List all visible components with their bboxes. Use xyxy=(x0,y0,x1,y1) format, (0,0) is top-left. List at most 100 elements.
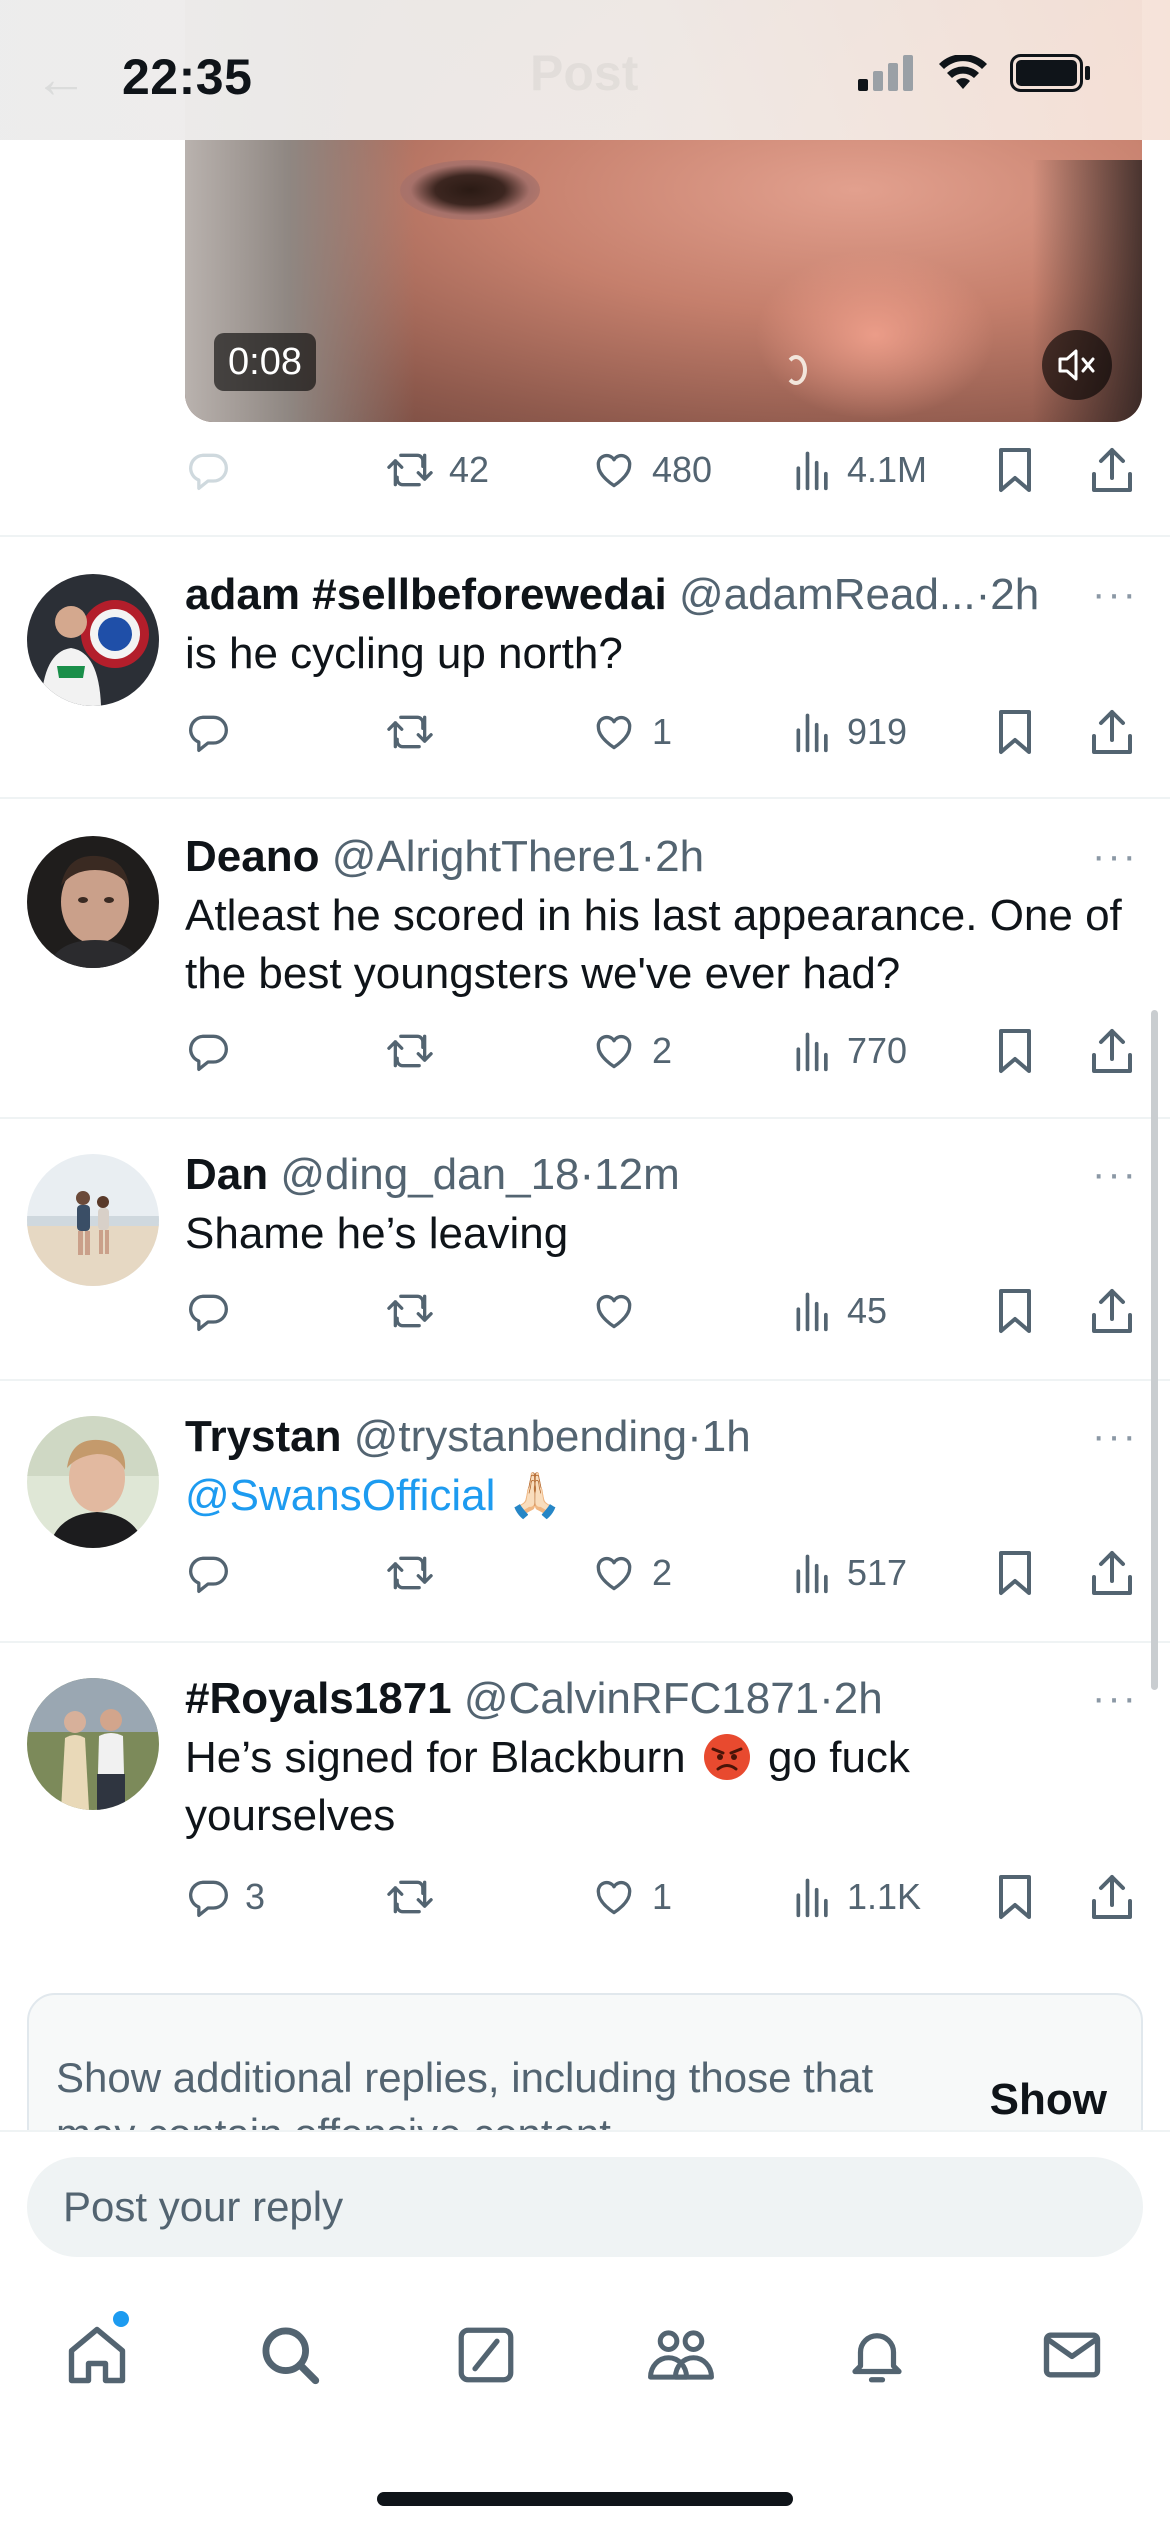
back-arrow-icon[interactable]: ← xyxy=(34,48,88,110)
views-button[interactable]: 517 xyxy=(793,1543,907,1603)
like-count: 2 xyxy=(652,1030,673,1071)
mute-icon xyxy=(1058,349,1095,381)
bookmark-button[interactable] xyxy=(995,1281,1035,1341)
reply-post[interactable]: Dan @ding_dan_18·12m ··· Shame he’s leav… xyxy=(0,1119,1170,1379)
retweet-button[interactable] xyxy=(385,1021,435,1081)
retweet-button[interactable] xyxy=(385,702,435,762)
angry-face-emoji xyxy=(703,1734,750,1780)
retweet-button[interactable] xyxy=(385,1281,435,1341)
mute-button[interactable] xyxy=(1042,330,1112,400)
reply-button[interactable] xyxy=(185,702,231,762)
more-options-button[interactable]: ··· xyxy=(1092,1154,1138,1194)
tab-home[interactable] xyxy=(57,2315,137,2395)
show-button[interactable]: Show xyxy=(990,2075,1107,2125)
more-options-button[interactable]: ··· xyxy=(1092,836,1138,876)
reply-icon xyxy=(189,1880,228,1917)
reply-button[interactable] xyxy=(185,440,231,500)
like-button[interactable]: 2 xyxy=(590,1021,672,1081)
post-time[interactable]: 2h xyxy=(990,570,1039,619)
more-options-button[interactable]: ··· xyxy=(1092,574,1138,614)
reply-button[interactable] xyxy=(185,1281,231,1341)
views-chart-icon xyxy=(796,713,828,753)
views-button[interactable]: 919 xyxy=(793,702,907,762)
user-handle[interactable]: @adamRead... xyxy=(679,570,976,619)
user-handle[interactable]: @AlrightThere1 xyxy=(332,832,641,881)
bookmark-button[interactable] xyxy=(995,1867,1035,1927)
user-handle[interactable]: @CalvinRFC1871 xyxy=(464,1674,819,1723)
reply-post[interactable]: adam #sellbeforewedai @adamRead...·2h ··… xyxy=(0,537,1170,797)
display-name[interactable]: #Royals1871 xyxy=(185,1674,452,1723)
bookmark-button[interactable] xyxy=(995,440,1035,500)
avatar[interactable] xyxy=(27,574,159,706)
share-button[interactable] xyxy=(1090,1543,1134,1603)
post-text-line: Atleast he scored in his last appearance… xyxy=(185,891,1122,940)
share-button[interactable] xyxy=(1090,1867,1134,1927)
home-notification-dot xyxy=(113,2311,129,2327)
retweet-button[interactable]: 42 xyxy=(385,440,489,500)
user-handle[interactable]: @ding_dan_18 xyxy=(280,1150,579,1199)
heart-icon xyxy=(596,453,632,488)
home-indicator[interactable] xyxy=(377,2492,793,2506)
tab-search[interactable] xyxy=(250,2315,330,2395)
share-button[interactable] xyxy=(1090,1281,1134,1341)
reply-button[interactable] xyxy=(185,1543,231,1603)
share-button[interactable] xyxy=(1090,440,1134,500)
like-button[interactable]: 480 xyxy=(590,440,712,500)
retweet-icon xyxy=(387,1294,433,1328)
scrollbar[interactable] xyxy=(1151,1010,1158,1690)
tab-messages[interactable] xyxy=(1032,2315,1112,2395)
post-time[interactable]: 1h xyxy=(702,1412,751,1461)
avatar[interactable] xyxy=(27,1416,159,1548)
views-button[interactable]: 4.1M xyxy=(793,440,927,500)
reply-post[interactable]: Trystan @trystanbending·1h ··· @SwansOff… xyxy=(0,1381,1170,1641)
post-time[interactable]: 2h xyxy=(834,1674,883,1723)
share-icon xyxy=(1092,1289,1132,1333)
tab-communities[interactable] xyxy=(641,2315,721,2395)
views-chart-icon xyxy=(796,451,828,491)
tab-notifications[interactable] xyxy=(837,2315,917,2395)
status-bar: ← Post 22:35 xyxy=(0,0,1170,140)
display-name[interactable]: adam #sellbeforewedai xyxy=(185,570,667,619)
reply-post[interactable]: Deano @AlrightThere1·2h ··· Atleast he s… xyxy=(0,799,1170,1117)
more-options-button[interactable]: ··· xyxy=(1092,1416,1138,1456)
more-options-button[interactable]: ··· xyxy=(1092,1678,1138,1718)
bookmark-button[interactable] xyxy=(995,1021,1035,1081)
avatar[interactable] xyxy=(27,1154,159,1286)
views-button[interactable]: 770 xyxy=(793,1021,907,1081)
like-count: 1 xyxy=(652,1876,673,1917)
reply-button[interactable] xyxy=(185,1021,231,1081)
reply-post[interactable]: #Royals1871 @CalvinRFC1871·2h ··· He’s s… xyxy=(0,1643,1170,1973)
reply-button[interactable]: 3 xyxy=(185,1867,265,1927)
post-actions: 2 517 xyxy=(185,1543,1132,1603)
views-button[interactable]: 45 xyxy=(793,1281,887,1341)
post-time[interactable]: 12m xyxy=(594,1150,680,1199)
share-button[interactable] xyxy=(1090,702,1134,762)
avatar[interactable] xyxy=(27,1678,159,1810)
separator-dot: · xyxy=(640,832,656,881)
bookmark-button[interactable] xyxy=(995,1543,1035,1603)
reply-input[interactable]: Post your reply xyxy=(27,2157,1143,2257)
like-button[interactable]: 1 xyxy=(590,1867,672,1927)
views-count: 4.1M xyxy=(847,449,928,490)
views-button[interactable]: 1.1K xyxy=(793,1867,921,1927)
retweet-button[interactable] xyxy=(385,1867,435,1927)
like-button[interactable]: 2 xyxy=(590,1543,672,1603)
display-name[interactable]: Trystan xyxy=(185,1412,342,1461)
status-time: 22:35 xyxy=(122,49,253,105)
reply-icon xyxy=(189,1034,228,1071)
display-name[interactable]: Dan xyxy=(185,1150,268,1199)
tab-grok[interactable] xyxy=(446,2315,526,2395)
retweet-button[interactable] xyxy=(385,1543,435,1603)
bookmark-icon xyxy=(999,1029,1031,1073)
like-button[interactable]: 1 xyxy=(590,702,672,762)
user-handle[interactable]: @trystanbending xyxy=(354,1412,687,1461)
post-actions: 3 1 1.1K xyxy=(185,1867,1132,1927)
retweet-icon xyxy=(387,1556,433,1590)
like-button[interactable] xyxy=(590,1281,638,1341)
bookmark-button[interactable] xyxy=(995,702,1035,762)
avatar[interactable] xyxy=(27,836,159,968)
display-name[interactable]: Deano xyxy=(185,832,319,881)
share-button[interactable] xyxy=(1090,1021,1134,1081)
mention-link[interactable]: @SwansOfficial xyxy=(185,1471,495,1520)
post-time[interactable]: 2h xyxy=(655,832,704,881)
